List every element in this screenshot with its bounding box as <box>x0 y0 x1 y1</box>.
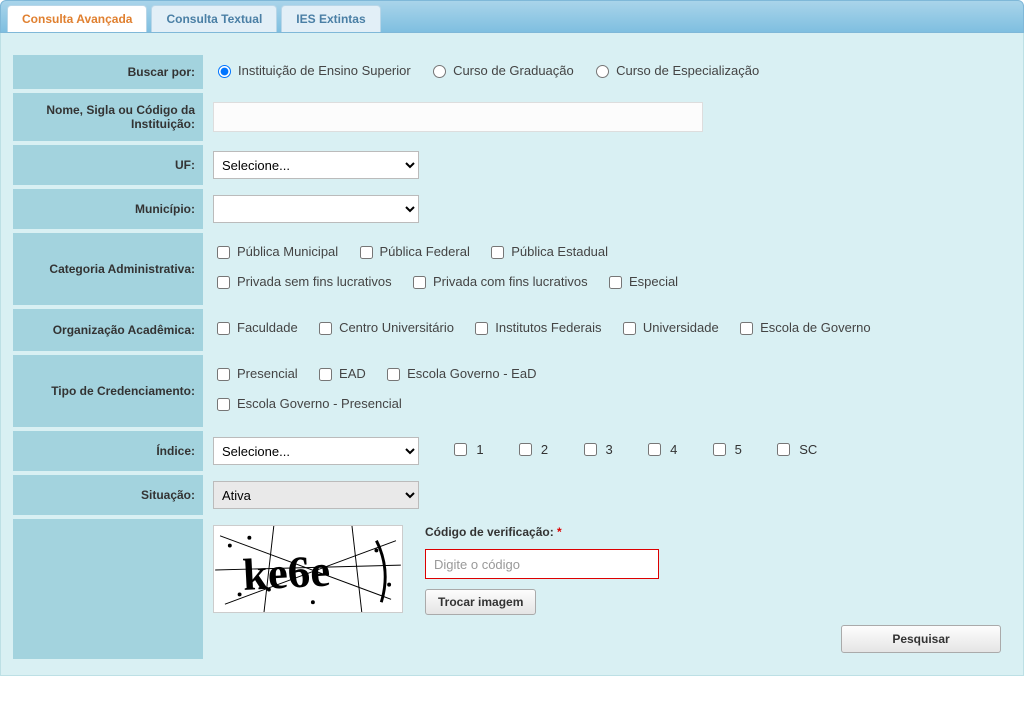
tab-ies-extintas[interactable]: IES Extintas <box>281 5 380 32</box>
chk-indice-3-text: 3 <box>606 442 613 457</box>
chk-institutos-label[interactable]: Institutos Federais <box>471 315 601 341</box>
chk-especial-text: Especial <box>629 269 678 295</box>
chk-indice-sc[interactable] <box>777 443 790 456</box>
chk-institutos[interactable] <box>475 322 488 335</box>
radio-ies[interactable] <box>218 65 231 78</box>
chk-faculdade[interactable] <box>217 322 230 335</box>
chk-priv-com[interactable] <box>413 276 426 289</box>
radio-esp[interactable] <box>596 65 609 78</box>
chk-pub-mun-text: Pública Municipal <box>237 239 338 265</box>
chk-indice-1[interactable] <box>454 443 467 456</box>
chk-priv-sem-label[interactable]: Privada sem fins lucrativos <box>213 269 392 295</box>
label-indice: Índice: <box>13 431 203 471</box>
svg-text:ke6e: ke6e <box>241 545 331 600</box>
radio-ies-label[interactable]: Instituição de Ensino Superior <box>213 62 411 78</box>
chk-pub-est[interactable] <box>491 246 504 259</box>
chk-pub-mun[interactable] <box>217 246 230 259</box>
chk-universidade-label[interactable]: Universidade <box>619 315 719 341</box>
chk-priv-com-label[interactable]: Privada com fins lucrativos <box>409 269 588 295</box>
captcha-label: Código de verificação: * <box>425 525 659 539</box>
chk-presencial[interactable] <box>217 368 230 381</box>
chk-centro-label[interactable]: Centro Universitário <box>315 315 454 341</box>
chk-indice-4[interactable] <box>648 443 661 456</box>
select-indice[interactable]: Selecione... <box>213 437 419 465</box>
chk-indice-2-label[interactable]: 2 <box>515 440 548 459</box>
label-organizacao: Organização Acadêmica: <box>13 309 203 351</box>
chk-pub-est-label[interactable]: Pública Estadual <box>487 239 608 265</box>
radio-esp-label[interactable]: Curso de Especialização <box>591 62 759 78</box>
radio-grad-text: Curso de Graduação <box>453 63 574 78</box>
chk-presencial-text: Presencial <box>237 361 298 387</box>
chk-pub-est-text: Pública Estadual <box>511 239 608 265</box>
chk-indice-sc-text: SC <box>799 442 817 457</box>
chk-priv-com-text: Privada com fins lucrativos <box>433 269 588 295</box>
chk-ead[interactable] <box>319 368 332 381</box>
chk-indice-1-label[interactable]: 1 <box>450 440 483 459</box>
radio-grad[interactable] <box>433 65 446 78</box>
chk-centro[interactable] <box>319 322 332 335</box>
chk-pub-fed[interactable] <box>360 246 373 259</box>
captcha-label-cell <box>13 519 203 659</box>
captcha-image: ke6e <box>213 525 403 613</box>
chk-indice-sc-label[interactable]: SC <box>773 440 817 459</box>
select-municipio[interactable] <box>213 195 419 223</box>
label-municipio: Município: <box>13 189 203 229</box>
chk-universidade-text: Universidade <box>643 315 719 341</box>
change-captcha-button[interactable]: Trocar imagem <box>425 589 536 615</box>
chk-priv-sem[interactable] <box>217 276 230 289</box>
chk-eg-ead[interactable] <box>387 368 400 381</box>
chk-ead-text: EAD <box>339 361 366 387</box>
chk-indice-5[interactable] <box>713 443 726 456</box>
radio-esp-text: Curso de Especialização <box>616 63 759 78</box>
chk-eg-pres-label[interactable]: Escola Governo - Presencial <box>213 391 402 417</box>
input-nome[interactable] <box>213 102 703 132</box>
chk-ead-label[interactable]: EAD <box>315 361 366 387</box>
chk-indice-1-text: 1 <box>476 442 483 457</box>
label-uf: UF: <box>13 145 203 185</box>
chk-faculdade-label[interactable]: Faculdade <box>213 315 298 341</box>
chk-pub-fed-label[interactable]: Pública Federal <box>356 239 470 265</box>
chk-institutos-text: Institutos Federais <box>495 315 601 341</box>
tab-consulta-avancada[interactable]: Consulta Avançada <box>7 5 147 32</box>
label-nome: Nome, Sigla ou Código da Instituição: <box>13 93 203 141</box>
chk-indice-2-text: 2 <box>541 442 548 457</box>
chk-indice-5-text: 5 <box>735 442 742 457</box>
chk-indice-3[interactable] <box>584 443 597 456</box>
label-credenciamento: Tipo de Credenciamento: <box>13 355 203 427</box>
chk-indice-2[interactable] <box>519 443 532 456</box>
tab-consulta-textual[interactable]: Consulta Textual <box>151 5 277 32</box>
chk-faculdade-text: Faculdade <box>237 315 298 341</box>
chk-especial[interactable] <box>609 276 622 289</box>
chk-universidade[interactable] <box>623 322 636 335</box>
chk-indice-4-text: 4 <box>670 442 677 457</box>
chk-escola-gov-label[interactable]: Escola de Governo <box>736 315 871 341</box>
chk-centro-text: Centro Universitário <box>339 315 454 341</box>
chk-priv-sem-text: Privada sem fins lucrativos <box>237 269 392 295</box>
chk-indice-5-label[interactable]: 5 <box>709 440 742 459</box>
label-buscar-por: Buscar por: <box>13 55 203 89</box>
label-categoria: Categoria Administrativa: <box>13 233 203 305</box>
chk-pub-mun-label[interactable]: Pública Municipal <box>213 239 338 265</box>
chk-especial-label[interactable]: Especial <box>605 269 678 295</box>
required-asterisk: * <box>557 525 562 539</box>
chk-eg-ead-label[interactable]: Escola Governo - EaD <box>383 361 536 387</box>
chk-indice-4-label[interactable]: 4 <box>644 440 677 459</box>
chk-escola-gov-text: Escola de Governo <box>760 315 871 341</box>
form-panel: Buscar por: Instituição de Ensino Superi… <box>0 33 1024 676</box>
select-situacao[interactable]: Ativa <box>213 481 419 509</box>
chk-eg-pres-text: Escola Governo - Presencial <box>237 391 402 417</box>
chk-eg-ead-text: Escola Governo - EaD <box>407 361 536 387</box>
captcha-input[interactable] <box>425 549 659 579</box>
search-button[interactable]: Pesquisar <box>841 625 1001 653</box>
tab-bar: Consulta Avançada Consulta Textual IES E… <box>0 0 1024 33</box>
select-uf[interactable]: Selecione... <box>213 151 419 179</box>
chk-pub-fed-text: Pública Federal <box>380 239 470 265</box>
chk-escola-gov[interactable] <box>740 322 753 335</box>
chk-indice-3-label[interactable]: 3 <box>580 440 613 459</box>
radio-ies-text: Instituição de Ensino Superior <box>238 63 411 78</box>
chk-eg-pres[interactable] <box>217 398 230 411</box>
label-situacao: Situação: <box>13 475 203 515</box>
radio-grad-label[interactable]: Curso de Graduação <box>428 62 574 78</box>
chk-presencial-label[interactable]: Presencial <box>213 361 298 387</box>
